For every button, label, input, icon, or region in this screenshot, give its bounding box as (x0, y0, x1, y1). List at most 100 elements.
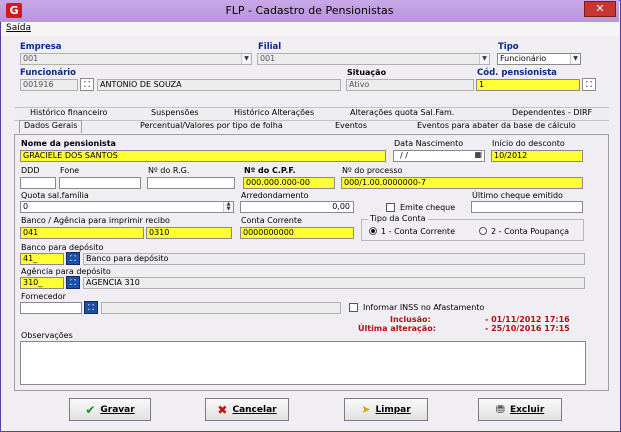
tipo-conta-label: Tipo da Conta (368, 214, 428, 223)
agencia-deposito-name: AGENCIA 310 (83, 277, 585, 289)
inclusao-value: - 01/11/2012 17:16 (485, 315, 570, 324)
fornecedor-input[interactable] (20, 302, 82, 314)
ddd-label: DDD (21, 166, 40, 175)
empresa-select[interactable]: 001 ▼ (20, 53, 252, 65)
ultima-alteracao-value: - 25/10/2016 17:15 (485, 324, 570, 333)
broom-icon: ➤ (361, 403, 371, 416)
banco-deposito-name: Banco para depósito (83, 253, 585, 265)
trash-icon: ⛃ (495, 403, 505, 416)
cancelar-label: Cancelar (232, 404, 277, 415)
ddd-input[interactable] (20, 177, 56, 189)
chevron-down-icon: ▼ (479, 54, 489, 64)
filial-label: Filial (258, 42, 282, 52)
check-icon: ✔ (85, 402, 96, 417)
spin-arrows-icon[interactable]: ▲ ▼ (223, 202, 233, 212)
agencia-input[interactable]: 0310 (146, 227, 232, 239)
tipo-select[interactable]: Funcionário ▼ (497, 53, 581, 65)
fornecedor-label: Fornecedor (21, 292, 66, 301)
radio-conta-corrente[interactable] (369, 227, 377, 235)
tab-dependentes-dirf[interactable]: Dependentes - DIRF (512, 108, 592, 117)
quota-stepper[interactable]: 0 ▲ ▼ (20, 201, 234, 213)
nascimento-value: / / (400, 151, 408, 160)
processo-label: Nº do processo (342, 166, 403, 175)
cpf-label: Nº do C.P.F. (244, 166, 296, 175)
binoculars-search-icon[interactable]: ⛶ (66, 252, 80, 265)
fone-label: Fone (60, 166, 80, 175)
emite-cheque-checkbox[interactable] (386, 203, 395, 212)
chevron-down-icon: ▼ (241, 54, 251, 64)
tab-suspensoes[interactable]: Suspensões (151, 108, 199, 117)
menu-bar (1, 22, 619, 36)
gravar-label: Gravar (100, 404, 135, 415)
arredondamento-label: Arredondamento (241, 191, 309, 200)
tab-row-2: Dados Gerais Percentual/Valores por tipo… (14, 120, 609, 133)
inicio-desconto-label: Início do desconto (492, 139, 565, 148)
tab-dados-gerais[interactable]: Dados Gerais (19, 120, 83, 133)
conta-corrente-input[interactable]: 0000000000 (240, 227, 354, 239)
funcionario-code-input[interactable]: 001916 (20, 79, 78, 91)
excluir-button[interactable]: ⛃ Excluir (478, 398, 562, 421)
fornecedor-name (101, 302, 341, 314)
menu-saida[interactable]: Saída (6, 23, 31, 33)
tab-eventos-abater[interactable]: Eventos para abater da base de cálculo (417, 121, 576, 130)
excluir-label: Excluir (509, 404, 545, 415)
banco-deposito-label: Banco para depósito (21, 243, 104, 252)
radio-conta-corrente-label: 1 - Conta Corrente (381, 227, 455, 236)
inss-afastamento-checkbox[interactable] (349, 303, 358, 312)
window-title: FLP - Cadastro de Pensionistas (225, 4, 394, 17)
binoculars-search-icon[interactable]: ⛶ (582, 78, 596, 91)
quota-label: Quota sal.família (21, 191, 89, 200)
banco-input[interactable]: 041 (20, 227, 144, 239)
quota-value: 0 (23, 202, 29, 211)
emite-cheque-label: Emite cheque (400, 203, 456, 212)
ultimo-cheque-input[interactable] (471, 201, 583, 213)
close-button[interactable]: ✕ (584, 1, 616, 17)
tab-percentual-valores[interactable]: Percentual/Valores por tipo de folha (140, 121, 283, 130)
tab-historico-alteracoes[interactable]: Histórico Alterações (234, 108, 314, 117)
nome-input[interactable]: GRACIELE DOS SANTOS (20, 150, 386, 162)
agencia-deposito-label: Agência para depósito (21, 267, 111, 276)
gravar-button[interactable]: ✔ Gravar (69, 398, 151, 421)
chevron-down-icon: ▼ (570, 54, 580, 64)
banco-deposito-input[interactable]: 41_ (20, 253, 64, 265)
binoculars-search-icon[interactable]: ⛶ (84, 301, 98, 314)
inss-afastamento-label: Informar INSS no Afastamento (363, 303, 485, 312)
binoculars-search-icon[interactable]: ⛶ (80, 78, 94, 91)
funcionario-name-field: ANTONIO DE SOUZA (97, 79, 341, 91)
nascimento-label: Data Nascimento (394, 139, 464, 148)
tipo-value: Funcionário (500, 54, 547, 63)
fone-input[interactable] (59, 177, 141, 189)
radio-conta-poupanca[interactable] (479, 227, 487, 235)
binoculars-search-icon[interactable]: ⛶ (66, 276, 80, 289)
rg-input[interactable] (147, 177, 235, 189)
agencia-deposito-input[interactable]: 310_ (20, 277, 64, 289)
tab-alteracoes-quota[interactable]: Alterações quota Sal.Fam. (350, 108, 454, 117)
cancelar-button[interactable]: ✖ Cancelar (205, 398, 289, 421)
nome-label: Nome da pensionista (21, 139, 116, 148)
filial-select[interactable]: 001 ▼ (257, 53, 490, 65)
inclusao-label: Inclusão: (390, 315, 431, 324)
x-icon: ✖ (217, 402, 228, 417)
ultimo-cheque-label: Último cheque emitido (472, 191, 563, 200)
empresa-value: 001 (23, 54, 39, 63)
observacoes-label: Observações (21, 331, 73, 340)
cpf-input[interactable]: 000.000.000-00 (243, 177, 335, 189)
tab-historico-financeiro[interactable]: Histórico financeiro (30, 108, 107, 117)
funcionario-label: Funcionário (20, 68, 77, 78)
arredondamento-input[interactable]: 0,00 (240, 201, 354, 213)
calendar-icon[interactable]: ▦ (474, 151, 482, 160)
tipo-label: Tipo (498, 42, 519, 52)
situacao-label: Situação (347, 68, 387, 77)
filial-value: 001 (260, 54, 276, 63)
inicio-desconto-input[interactable]: 10/2012 (491, 150, 583, 162)
cod-pensionista-input[interactable]: 1 (476, 79, 580, 91)
limpar-button[interactable]: ➤ Limpar (344, 398, 428, 421)
cod-pensionista-label: Cód. pensionista (477, 68, 557, 78)
ultima-alteracao-label: Última alteração: (358, 324, 436, 333)
rg-label: Nº do R.G. (148, 166, 190, 175)
situacao-field: Ativo (346, 79, 474, 91)
observacoes-textarea[interactable] (20, 341, 586, 385)
processo-input[interactable]: 000/1.00.0000000-7 (341, 177, 583, 189)
nascimento-input[interactable]: / / ▦ (393, 150, 485, 162)
tab-eventos[interactable]: Eventos (335, 121, 367, 130)
